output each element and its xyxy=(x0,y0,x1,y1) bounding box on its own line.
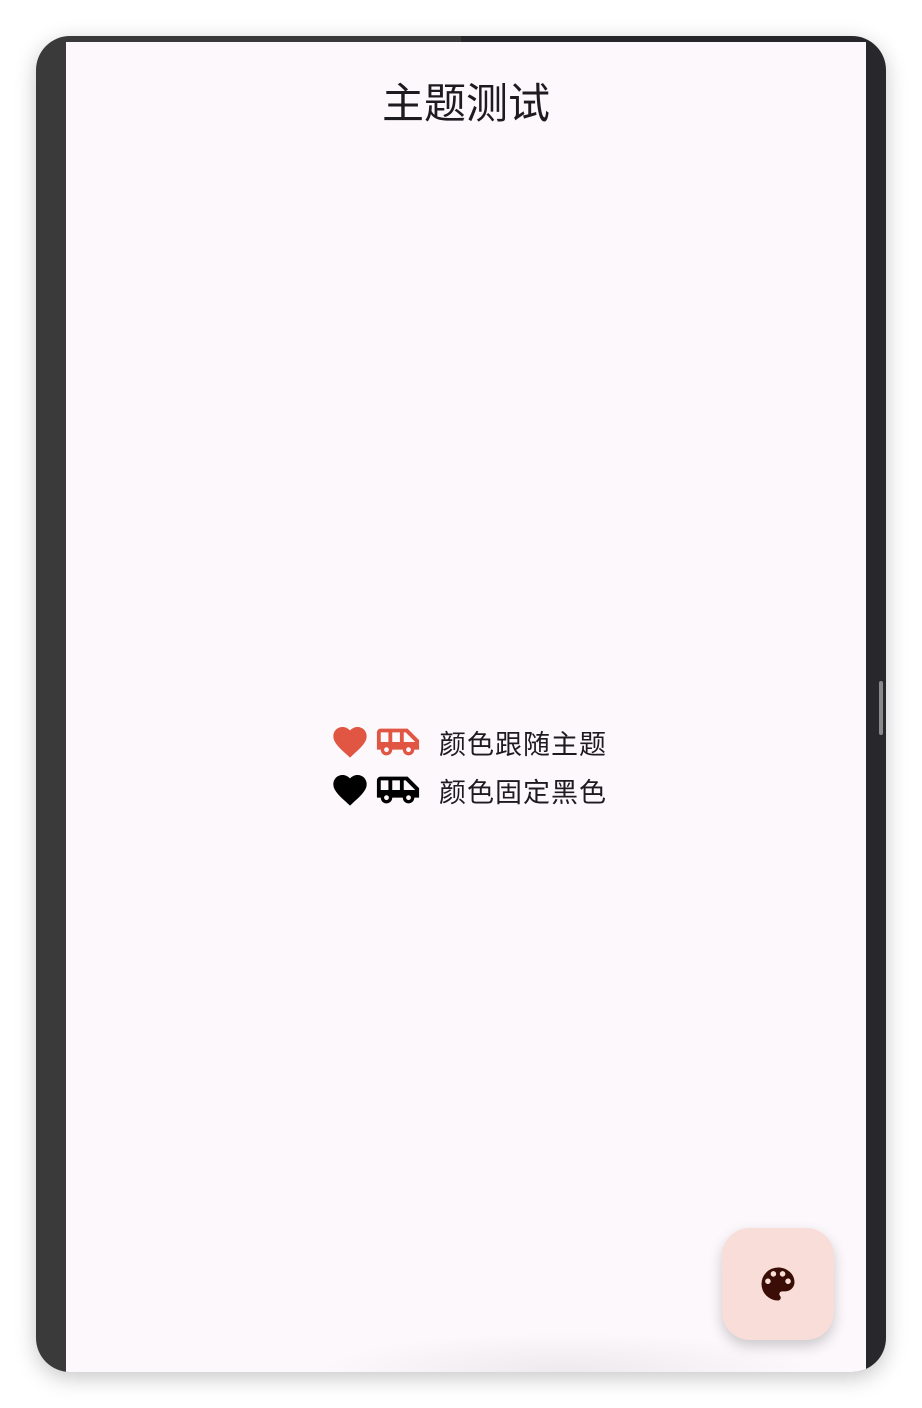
theme-color-row: 颜色跟随主题 xyxy=(329,718,649,766)
row-label-fixed-black: 颜色固定黑色 xyxy=(439,777,607,809)
palette-icon xyxy=(761,1267,795,1301)
airport-shuttle-icon xyxy=(376,776,420,804)
scrollbar-handle[interactable] xyxy=(879,681,883,735)
airport-shuttle-icon xyxy=(376,728,420,756)
app-bar-title: 主题测试 xyxy=(381,79,550,128)
palette-shape xyxy=(761,1267,795,1301)
heart-shape-black xyxy=(333,775,367,806)
app-screen: 主题测试 颜色跟随主题 颜色固定黑色 xyxy=(66,42,866,1372)
fixed-black-row: 颜色固定黑色 xyxy=(329,766,649,814)
row-label-follow-theme: 颜色跟随主题 xyxy=(439,729,607,761)
theme-palette-fab[interactable] xyxy=(722,1228,834,1340)
device-frame: 主题测试 颜色跟随主题 颜色固定黑色 xyxy=(36,36,886,1372)
favorite-icon xyxy=(333,727,367,758)
favorite-icon xyxy=(333,775,367,806)
van-shape-black xyxy=(376,776,420,804)
heart-shape-themed xyxy=(333,727,367,758)
van-shape-themed xyxy=(376,728,420,756)
icon-rows: 颜色跟随主题 颜色固定黑色 xyxy=(329,718,649,814)
